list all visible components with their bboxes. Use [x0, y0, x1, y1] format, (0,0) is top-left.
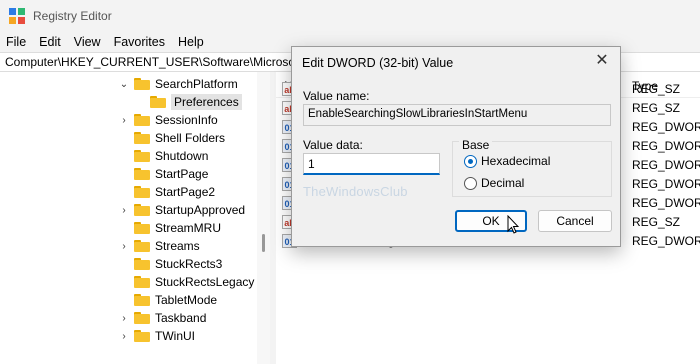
folder-icon: [134, 240, 150, 252]
radio-hexadecimal[interactable]: Hexadecimal: [464, 154, 550, 168]
folder-icon: [134, 222, 150, 234]
value-name-field: EnableSearchingSlowLibrariesInStartMenu: [303, 104, 611, 126]
tree-item-label: StartupApproved: [155, 203, 246, 217]
chevron-right-icon[interactable]: ›: [118, 201, 130, 219]
value-type: REG_SZ: [632, 215, 681, 229]
value-data-input[interactable]: 1: [303, 153, 440, 175]
scrollbar-thumb[interactable]: [262, 234, 265, 252]
title-bar: Registry Editor: [0, 0, 700, 32]
tree-item-label: Shell Folders: [155, 131, 226, 145]
chevron-right-icon[interactable]: ›: [118, 327, 130, 345]
hexadecimal-label: Hexadecimal: [481, 154, 551, 168]
tree-item-label: StreamMRU: [155, 221, 222, 235]
value-type: REG_DWORD: [632, 177, 700, 191]
menu-view[interactable]: View: [74, 35, 101, 49]
dialog-title: Edit DWORD (32-bit) Value: [302, 56, 454, 70]
folder-icon: [150, 96, 166, 108]
radio-button[interactable]: [464, 154, 477, 168]
tree-item-label: SessionInfo: [155, 113, 218, 127]
folder-icon: [134, 168, 150, 180]
folder-icon: [134, 294, 150, 306]
value-type: REG_DWORD: [632, 139, 700, 153]
value-type: REG_DWORD: [632, 196, 700, 210]
window-title: Registry Editor: [33, 9, 112, 23]
tree-item[interactable]: ⌄ SearchPlatform: [118, 75, 238, 93]
tree-item[interactable]: › StartupApproved: [118, 201, 245, 219]
tree-item-label: Taskband: [155, 311, 207, 325]
close-icon[interactable]: ✕: [594, 53, 610, 69]
menu-file[interactable]: File: [6, 35, 26, 49]
tree-item[interactable]: StreamMRU: [118, 219, 221, 237]
tree-item[interactable]: StuckRects3: [118, 255, 222, 273]
chevron-down-icon[interactable]: ⌄: [118, 75, 130, 93]
tree-item-label: StartPage: [155, 167, 209, 181]
tree-item[interactable]: › TWinUI: [118, 327, 195, 345]
tree-scrollbar[interactable]: [257, 72, 270, 364]
folder-icon: [134, 114, 150, 126]
tree-item-label: TabletMode: [155, 293, 218, 307]
folder-icon: [134, 312, 150, 324]
base-label: Base: [459, 138, 493, 152]
chevron-right-icon[interactable]: ›: [118, 111, 130, 129]
tree-item[interactable]: Preferences: [134, 93, 242, 111]
watermark: TheWindowsClub: [303, 184, 408, 199]
value-type: REG_SZ: [632, 101, 681, 115]
tree-item-label: Preferences: [171, 94, 242, 110]
tree-item-label: StuckRects3: [155, 257, 223, 271]
tree-item[interactable]: StartPage: [118, 165, 208, 183]
tree-item-label: StartPage2: [155, 185, 216, 199]
value-type: REG_SZ: [632, 82, 681, 96]
value-data-label: Value data:: [303, 138, 363, 152]
folder-icon: [134, 204, 150, 216]
registry-editor-icon: [9, 8, 25, 24]
tree-item-label: Shutdown: [155, 149, 209, 163]
tree-item-label: Streams: [155, 239, 200, 253]
edit-dword-dialog: Edit DWORD (32-bit) Value ✕ Value name: …: [291, 46, 621, 247]
value-type: REG_DWORD: [632, 234, 700, 248]
folder-icon: [134, 276, 150, 288]
tree-item[interactable]: › Taskband: [118, 309, 206, 327]
menu-edit[interactable]: Edit: [39, 35, 61, 49]
cancel-button[interactable]: Cancel: [538, 210, 612, 232]
tree-item[interactable]: › Streams: [118, 237, 200, 255]
tree-item[interactable]: › SessionInfo: [118, 111, 218, 129]
registry-tree: ⌄ SearchPlatform Preferences › SessionInfo Sh…: [0, 72, 270, 364]
decimal-label: Decimal: [481, 176, 525, 190]
folder-icon: [134, 78, 150, 90]
menu-favorites[interactable]: Favorites: [114, 35, 165, 49]
radio-button[interactable]: [464, 176, 477, 190]
tree-item-label: TWinUI: [155, 329, 195, 343]
tree-item[interactable]: StartPage2: [118, 183, 215, 201]
tree-item[interactable]: StuckRectsLegacy: [118, 273, 254, 291]
tree-item[interactable]: Shutdown: [118, 147, 208, 165]
mouse-cursor-icon: [507, 215, 519, 234]
value-name-label: Value name:: [303, 89, 370, 103]
tree-item[interactable]: TabletMode: [118, 291, 217, 309]
folder-icon: [134, 186, 150, 198]
value-type: REG_DWORD: [632, 158, 700, 172]
folder-icon: [134, 258, 150, 270]
tree-item-label: StuckRectsLegacy: [155, 275, 255, 289]
menu-help[interactable]: Help: [178, 35, 204, 49]
chevron-right-icon[interactable]: ›: [118, 237, 130, 255]
value-type: REG_DWORD: [632, 120, 700, 134]
tree-item[interactable]: Shell Folders: [118, 129, 225, 147]
folder-icon: [134, 150, 150, 162]
folder-icon: [134, 330, 150, 342]
radio-decimal[interactable]: Decimal: [464, 176, 524, 190]
folder-icon: [134, 132, 150, 144]
tree-item-label: SearchPlatform: [155, 77, 238, 91]
chevron-right-icon[interactable]: ›: [118, 309, 130, 327]
